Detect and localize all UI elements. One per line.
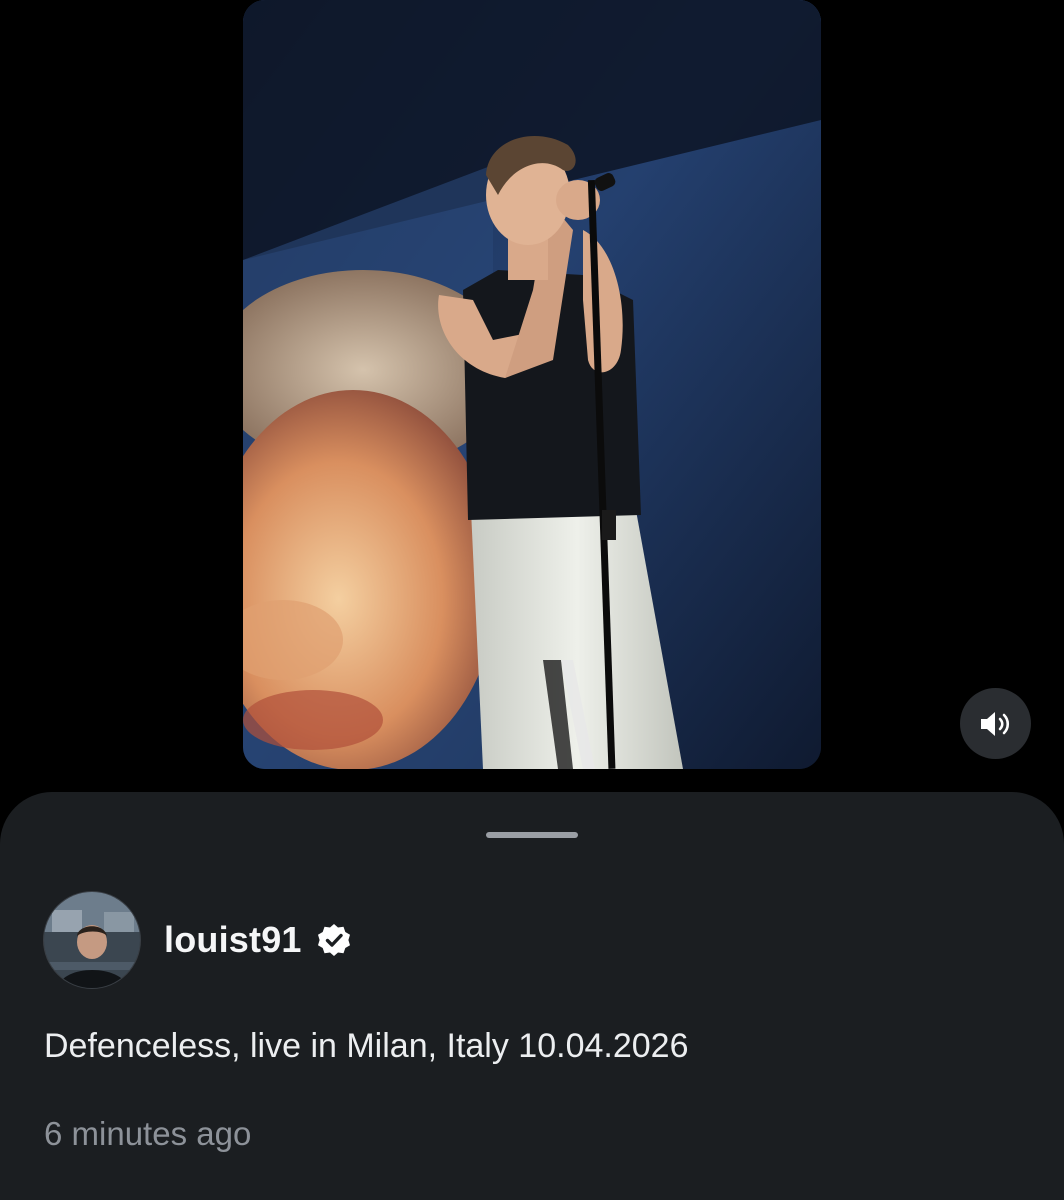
post-info-sheet: louist91 Defenceless, live in Milan, Ita… [0, 792, 1064, 1200]
username[interactable]: louist91 [164, 919, 302, 961]
post-media[interactable] [243, 0, 821, 769]
post-timestamp: 6 minutes ago [44, 1115, 252, 1152]
sound-toggle-button[interactable] [960, 688, 1031, 759]
avatar[interactable] [44, 892, 140, 988]
story-viewer: louist91 Defenceless, live in Milan, Ita… [0, 0, 1064, 1200]
speaker-icon [980, 711, 1009, 736]
post-caption: Defenceless, live in Milan, Italy 10.04.… [44, 1027, 689, 1065]
profile-photo [44, 892, 140, 988]
verified-badge-icon [316, 922, 352, 958]
drag-handle[interactable] [486, 832, 578, 838]
concert-photo [243, 0, 821, 769]
username-link[interactable]: louist91 [164, 916, 352, 964]
